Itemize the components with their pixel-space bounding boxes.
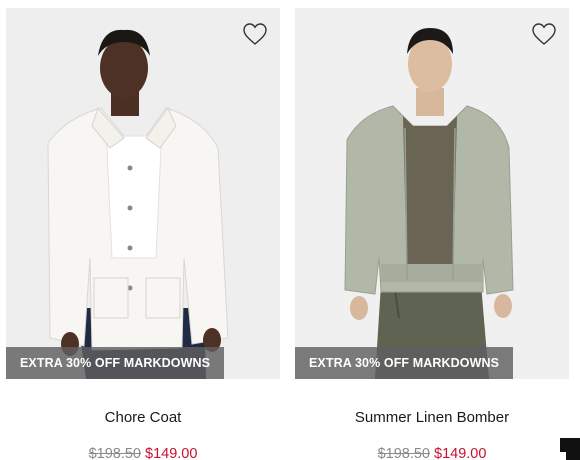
model-photo bbox=[295, 8, 569, 379]
sale-price: $149.00 bbox=[145, 446, 198, 460]
model-photo bbox=[6, 8, 280, 379]
product-card-summer-linen-bomber[interactable]: EXTRA 30% OFF MARKDOWNS Summer Linen Bom… bbox=[295, 8, 569, 460]
product-image[interactable]: EXTRA 30% OFF MARKDOWNS bbox=[6, 8, 280, 379]
sale-price: $149.00 bbox=[434, 446, 487, 460]
product-prices: $198.50 $149.00 bbox=[6, 446, 280, 460]
product-card-chore-coat[interactable]: EXTRA 30% OFF MARKDOWNS Chore Coat $198.… bbox=[6, 8, 280, 460]
promo-badge: EXTRA 30% OFF MARKDOWNS bbox=[295, 347, 514, 379]
product-image[interactable]: EXTRA 30% OFF MARKDOWNS bbox=[295, 8, 569, 379]
wishlist-heart-icon[interactable] bbox=[529, 20, 559, 48]
heart-outline-icon bbox=[532, 23, 556, 45]
original-price: $198.50 bbox=[377, 446, 430, 460]
product-name[interactable]: Chore Coat bbox=[6, 409, 280, 426]
product-name[interactable]: Summer Linen Bomber bbox=[295, 409, 569, 426]
product-prices: $198.50 $149.00 bbox=[295, 446, 569, 460]
chat-widget-icon[interactable] bbox=[560, 438, 580, 460]
heart-outline-icon bbox=[243, 23, 267, 45]
original-price: $198.50 bbox=[88, 446, 141, 460]
chat-bubble-icon bbox=[560, 438, 580, 460]
wishlist-heart-icon[interactable] bbox=[240, 20, 270, 48]
product-grid: EXTRA 30% OFF MARKDOWNS Chore Coat $198.… bbox=[0, 0, 580, 460]
promo-badge: EXTRA 30% OFF MARKDOWNS bbox=[6, 347, 225, 379]
